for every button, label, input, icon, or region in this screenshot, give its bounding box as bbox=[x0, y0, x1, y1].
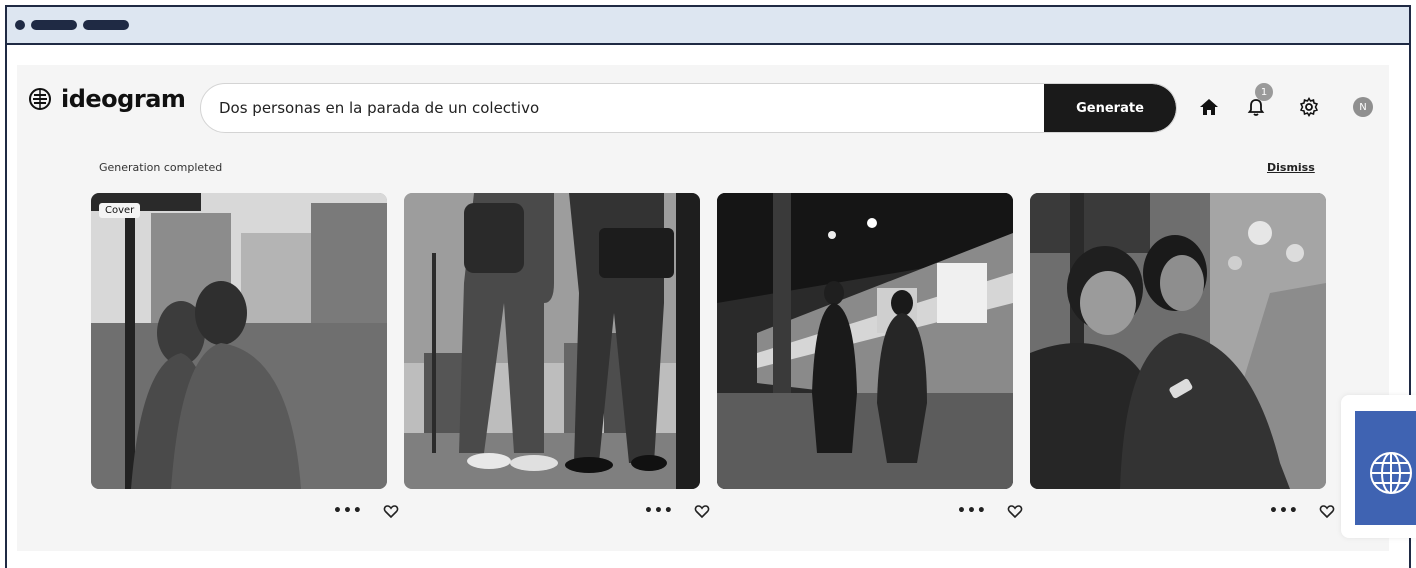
heart-icon[interactable] bbox=[383, 503, 399, 519]
result-image-4[interactable] bbox=[1030, 193, 1326, 489]
prompt-input[interactable] bbox=[219, 84, 1039, 132]
home-icon bbox=[1200, 99, 1218, 115]
more-options-button[interactable]: ••• bbox=[1269, 504, 1299, 518]
logo-text: ideogram bbox=[61, 85, 186, 113]
dismiss-link[interactable]: Dismiss bbox=[1267, 161, 1315, 174]
more-options-button[interactable]: ••• bbox=[957, 504, 987, 518]
result-image-2[interactable] bbox=[404, 193, 700, 489]
result-image-3[interactable] bbox=[717, 193, 1013, 489]
bus-stop-photo-3 bbox=[717, 193, 1013, 489]
more-options-button[interactable]: ••• bbox=[644, 504, 674, 518]
card-actions-4: ••• bbox=[1269, 503, 1335, 519]
heart-icon[interactable] bbox=[1007, 503, 1023, 519]
floating-widget-container bbox=[1341, 395, 1416, 538]
window-titlebar bbox=[7, 7, 1409, 45]
user-avatar[interactable]: N bbox=[1353, 97, 1373, 117]
heart-icon[interactable] bbox=[1319, 503, 1335, 519]
more-options-button[interactable]: ••• bbox=[333, 504, 363, 518]
card-actions-3: ••• bbox=[957, 503, 1023, 519]
globe-icon bbox=[1370, 452, 1412, 494]
window-pill-icon bbox=[83, 20, 129, 30]
gear-icon bbox=[1299, 97, 1319, 117]
ideogram-logo-icon bbox=[29, 88, 51, 110]
card-actions-1: ••• bbox=[333, 503, 399, 519]
bus-stop-photo-1 bbox=[91, 193, 387, 489]
window-pill-icon bbox=[31, 20, 77, 30]
home-button[interactable] bbox=[1199, 97, 1219, 117]
logo[interactable]: ideogram bbox=[27, 85, 186, 113]
language-widget-button[interactable] bbox=[1355, 411, 1416, 525]
prompt-bar: Generate bbox=[200, 83, 1177, 133]
notification-badge: 1 bbox=[1255, 83, 1273, 101]
window-dot-icon bbox=[15, 20, 25, 30]
ideogram-app: ideogram Generate 1 N Generation complet… bbox=[17, 65, 1389, 551]
generate-button[interactable]: Generate bbox=[1044, 84, 1176, 132]
cover-badge: Cover bbox=[99, 203, 141, 218]
heart-icon[interactable] bbox=[694, 503, 710, 519]
result-image-1[interactable]: Cover bbox=[91, 193, 387, 489]
bus-stop-photo-4 bbox=[1030, 193, 1326, 489]
bus-stop-photo-2 bbox=[404, 193, 700, 489]
generation-status: Generation completed bbox=[99, 161, 223, 174]
settings-button[interactable] bbox=[1299, 97, 1319, 117]
card-actions-2: ••• bbox=[644, 503, 710, 519]
